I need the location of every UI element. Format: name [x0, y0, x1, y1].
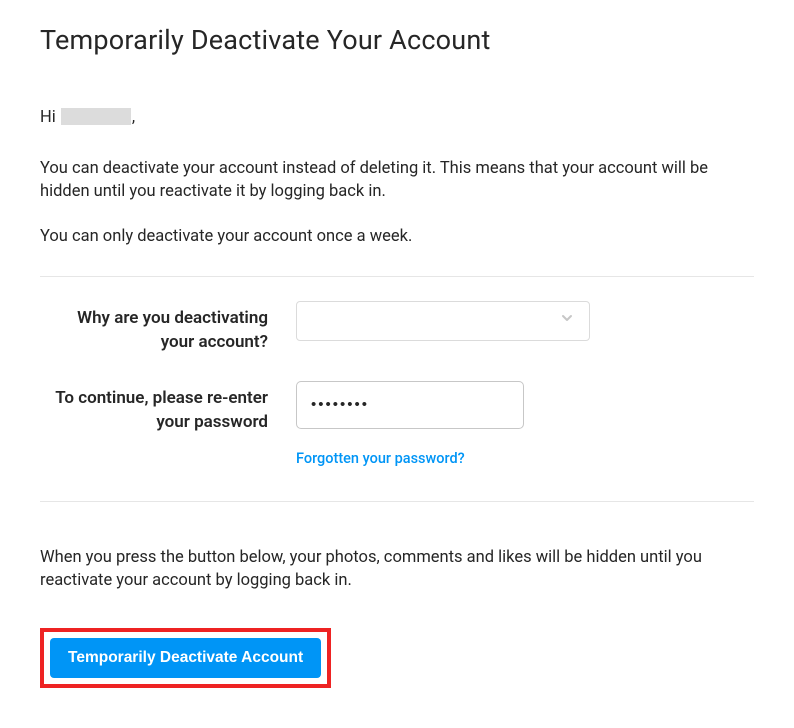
reason-row: Why are you deactivating your account? — [40, 301, 754, 355]
page-title: Temporarily Deactivate Your Account — [40, 22, 754, 60]
password-label: To continue, please re-enter your passwo… — [40, 381, 296, 435]
highlight-frame: Temporarily Deactivate Account — [40, 628, 331, 688]
divider-top — [40, 276, 754, 277]
outro-paragraph: When you press the button below, your ph… — [40, 546, 754, 592]
redacted-username — [61, 108, 131, 125]
forgot-password-link[interactable]: Forgotten your password? — [296, 449, 465, 469]
deactivate-button[interactable]: Temporarily Deactivate Account — [50, 638, 321, 678]
greeting: Hi , — [40, 106, 754, 129]
greeting-prefix: Hi — [40, 108, 60, 127]
intro-paragraph-1: You can deactivate your account instead … — [40, 157, 754, 203]
reason-label: Why are you deactivating your account? — [40, 301, 296, 355]
password-row: To continue, please re-enter your passwo… — [40, 381, 754, 469]
divider-bottom — [40, 501, 754, 502]
greeting-suffix: , — [132, 108, 135, 127]
intro-paragraph-2: You can only deactivate your account onc… — [40, 225, 754, 248]
reason-select[interactable] — [296, 301, 590, 341]
chevron-down-icon — [559, 310, 575, 332]
password-input[interactable] — [296, 381, 524, 429]
